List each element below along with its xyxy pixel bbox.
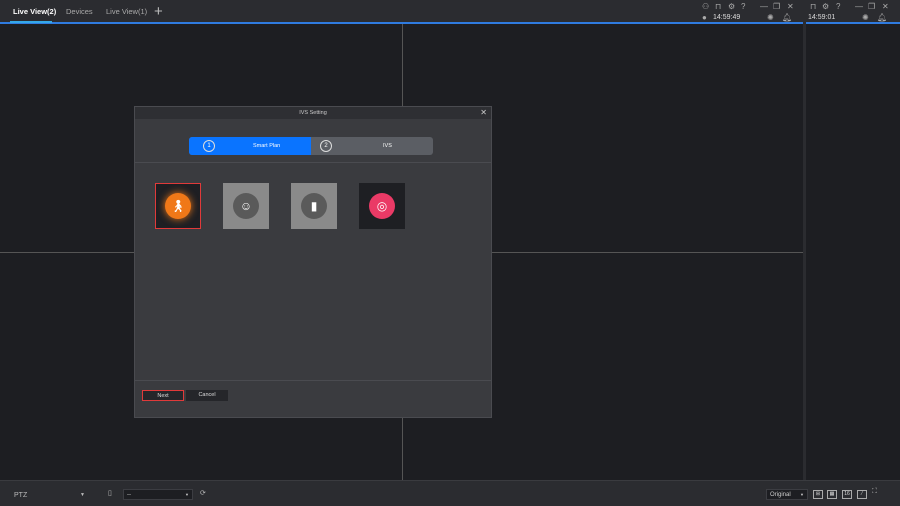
face-detection-icon: ☺: [233, 193, 259, 219]
plan-card-people[interactable]: 🚶︎: [155, 183, 201, 229]
step-indicator: 1 Smart Plan 2 IVS: [189, 137, 433, 155]
lock-icon[interactable]: ⊓: [810, 2, 816, 11]
people-counting-icon: ▮: [301, 193, 327, 219]
clock-icon: ●: [702, 13, 707, 22]
help-icon[interactable]: ?: [836, 2, 840, 11]
plan-card-counting[interactable]: ▮: [291, 183, 337, 229]
step-smart-plan[interactable]: 1 Smart Plan: [189, 137, 311, 155]
help-icon[interactable]: ?: [741, 2, 745, 11]
active-tab-indicator: [10, 21, 52, 23]
cancel-button[interactable]: Cancel: [186, 390, 228, 401]
bottom-toolbar: PTZ ▼ ▯ -- ▼ ⟳ Original ▼ ⊞ ▦ 16 ⁄ ⛶: [0, 480, 900, 506]
heat-map-icon: ◎: [369, 193, 395, 219]
brightness-icon[interactable]: ✺: [767, 13, 774, 22]
restore-icon[interactable]: ❐: [773, 2, 780, 11]
divider: [135, 162, 491, 163]
layout-16-button[interactable]: 16: [842, 490, 852, 499]
add-tab-button[interactable]: +: [154, 3, 163, 20]
custom-layout-icon[interactable]: ⁄: [857, 490, 867, 499]
refresh-icon[interactable]: ⟳: [200, 489, 206, 497]
step-ivs-label[interactable]: IVS: [383, 137, 392, 155]
gear-icon[interactable]: ⚙: [728, 2, 735, 11]
aspect-ratio-value: Original: [770, 492, 791, 498]
lock-icon[interactable]: ⊓: [715, 2, 721, 11]
tab-devices[interactable]: Devices: [66, 7, 93, 16]
plan-card-heatmap[interactable]: ◎: [359, 183, 405, 229]
top-bar: Live View(2) Devices Live View(1) + ⚇ ⊓ …: [0, 0, 900, 24]
brightness-icon[interactable]: ✺: [862, 13, 869, 22]
next-button[interactable]: Next: [142, 390, 184, 401]
people-walking-icon: 🚶︎: [165, 193, 191, 219]
plan-card-face[interactable]: ☺: [223, 183, 269, 229]
minimize-icon[interactable]: —: [760, 2, 768, 11]
close-icon[interactable]: ✕: [787, 2, 794, 11]
divider: [135, 380, 491, 381]
user-icon[interactable]: ⚇: [702, 2, 709, 11]
layout-9-icon[interactable]: ▦: [827, 490, 837, 499]
ptz-label[interactable]: PTZ: [14, 492, 27, 499]
layout-4-icon[interactable]: ⊞: [813, 490, 823, 499]
ivs-setting-dialog: IVS Setting ✕ 1 Smart Plan 2 IVS 🚶︎ ☺ ▮ …: [134, 106, 492, 418]
fullscreen-icon[interactable]: ⛶: [872, 488, 877, 496]
sd-card-icon[interactable]: ▯: [108, 489, 112, 497]
gear-icon[interactable]: ⚙: [822, 2, 829, 11]
tab-live-view-1[interactable]: Live View(1): [106, 7, 147, 16]
bell-icon[interactable]: 🔔︎: [877, 13, 887, 22]
close-icon[interactable]: ✕: [480, 107, 487, 119]
step-label: Smart Plan: [253, 143, 281, 149]
dialog-header: IVS Setting ✕: [135, 107, 491, 119]
pane-separator[interactable]: [803, 0, 806, 480]
tab-live-view-2[interactable]: Live View(2): [13, 7, 56, 16]
aspect-ratio-select[interactable]: Original ▼: [766, 489, 808, 500]
preset-select[interactable]: -- ▼: [123, 489, 193, 500]
chevron-down-icon[interactable]: ▼: [80, 492, 85, 498]
bell-icon[interactable]: 🔔︎: [782, 13, 792, 22]
step-number: 1: [203, 140, 215, 152]
preset-value: --: [127, 492, 131, 498]
restore-icon[interactable]: ❐: [868, 2, 875, 11]
step-number: 2: [320, 140, 332, 152]
clock-time: 14:59:49: [713, 14, 741, 21]
dialog-title: IVS Setting: [299, 110, 327, 116]
minimize-icon[interactable]: —: [855, 2, 863, 11]
close-icon[interactable]: ✕: [882, 2, 889, 11]
clock-time: 14:59:01: [808, 14, 836, 21]
